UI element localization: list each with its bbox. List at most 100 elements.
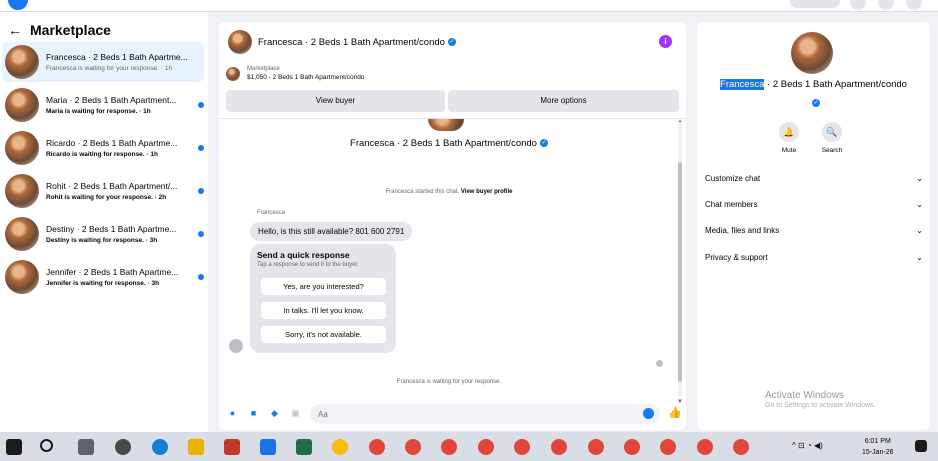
sidebar-header: ← Marketplace [8, 22, 111, 38]
facebook-logo-icon[interactable] [8, 0, 28, 10]
chrome-profile-icon[interactable] [405, 439, 421, 455]
chrome-profile-icon[interactable] [478, 439, 494, 455]
photo-icon[interactable]: ■ [248, 408, 259, 419]
marketplace-label: Marketplace [247, 66, 280, 72]
quick-response-title: Send a quick response [257, 250, 350, 260]
bell-icon: 🔔 [779, 122, 799, 142]
unread-dot-icon [198, 145, 204, 151]
listing-price-title: $1,050 - 2 Beds 1 Bath Apartment/condo [247, 74, 365, 81]
system-clock[interactable]: 6:01 PM 15-Jan-26 [862, 436, 894, 458]
microphone-icon[interactable]: ● [227, 408, 238, 419]
chrome-profile-icon[interactable] [624, 439, 640, 455]
menu-grid-icon[interactable] [850, 0, 866, 10]
verified-icon: ✓ [812, 98, 820, 107]
conversation-item-ricardo[interactable]: Ricardo · 2 Beds 1 Bath Apartme... Ricar… [2, 128, 204, 168]
messenger-icon[interactable] [878, 0, 894, 10]
notification-icon[interactable] [915, 440, 927, 452]
listing-thumbnail [5, 260, 39, 294]
view-buyer-profile-link[interactable]: View buyer profile [461, 189, 513, 195]
conversation-status: Francesca is waiting for your response. … [46, 65, 173, 72]
quick-reply-in-talks-button[interactable]: In talks. I'll let you know. [261, 302, 386, 319]
more-options-button[interactable]: More options [448, 90, 679, 112]
like-icon[interactable]: 👍 [668, 406, 682, 419]
conversation-item-francesca[interactable]: Francesca · 2 Beds 1 Bath Apartme... Fra… [2, 42, 204, 82]
chevron-down-icon: ⌄ [916, 225, 923, 235]
conversation-name: Destiny · 2 Beds 1 Bath Apartme... [46, 224, 177, 234]
excel-icon[interactable] [296, 439, 312, 455]
sidebar-title: Marketplace [30, 22, 111, 38]
quick-response-card: Send a quick response Tap a response to … [250, 244, 396, 353]
chrome-profile-icon[interactable] [369, 439, 385, 455]
conversation-item-jennifer[interactable]: Jennifer · 2 Beds 1 Bath Apartme... Jenn… [2, 257, 204, 297]
privacy-support-row[interactable]: Privacy & support ⌄ [705, 250, 923, 264]
chrome-profile-icon[interactable] [514, 439, 530, 455]
chrome-profile-icon[interactable] [660, 439, 676, 455]
conversation-status: Maria is waiting for response. · 1h [46, 108, 151, 115]
activate-windows-watermark: Activate Windows Go to Settings to activ… [765, 390, 876, 409]
listing-thumbnail [5, 88, 39, 122]
chat-started-notice: Francesca started this chat. View buyer … [385, 189, 513, 195]
message-bubble: Hello, is this still available? 801 600 … [250, 222, 413, 241]
quick-response-subtitle: Tap a response to send it to the buyer. [257, 262, 359, 268]
listing-photo [791, 32, 833, 74]
settings-gear-icon[interactable] [115, 439, 131, 455]
chevron-down-icon: ⌄ [916, 173, 923, 183]
chevron-down-icon: ⌄ [916, 199, 923, 209]
mute-button[interactable]: 🔔 Mute [769, 122, 809, 154]
customize-chat-row[interactable]: Customize chat ⌄ [705, 171, 923, 185]
search-icon[interactable] [40, 439, 53, 452]
windows-start-icon[interactable] [6, 439, 22, 455]
conversation-sidebar: ← Marketplace Francesca · 2 Beds 1 Bath … [0, 12, 208, 432]
task-view-icon[interactable] [78, 439, 94, 455]
edge-browser-icon[interactable] [152, 439, 168, 455]
info-icon[interactable]: i [659, 35, 672, 48]
selected-name-text[interactable]: Francesca [720, 79, 765, 90]
windows-taskbar: ^ ⊡ ◔ ◀) 6:01 PM 15-Jan-26 [0, 432, 938, 461]
search-label: Search [821, 147, 843, 154]
listing-thumbnail [226, 66, 240, 81]
view-buyer-button[interactable]: View buyer [226, 90, 445, 112]
conversation-item-maria[interactable]: Maria · 2 Beds 1 Bath Apartment... Maria… [2, 85, 204, 125]
file-explorer-icon[interactable] [188, 439, 204, 455]
scrollbar-thumb[interactable] [678, 162, 682, 382]
sticker-icon[interactable]: ◆ [269, 408, 280, 419]
details-title: Francesca · 2 Beds 1 Bath Apartment/cond… [720, 79, 907, 90]
app-icon[interactable] [224, 439, 240, 455]
chat-scrollbar[interactable] [678, 122, 682, 400]
chrome-icon[interactable] [332, 439, 348, 455]
outlook-icon[interactable] [260, 439, 276, 455]
listing-thumbnail [5, 217, 39, 251]
conversation-item-rohit[interactable]: Rohit · 2 Beds 1 Bath Apartment/... Rohi… [2, 171, 204, 211]
conversation-title: Francesca · 2 Beds 1 Bath Apartment/cond… [350, 138, 548, 149]
conversation-name: Maria · 2 Beds 1 Bath Apartment... [46, 95, 177, 105]
unread-dot-icon [198, 231, 204, 237]
chrome-profile-icon[interactable] [441, 439, 457, 455]
chat-header-title[interactable]: Francesca · 2 Beds 1 Bath Apartment/cond… [258, 37, 456, 48]
conversation-status: Jennifer is waiting for response. · 3h [46, 280, 160, 287]
account-avatar[interactable] [906, 0, 922, 10]
quick-reply-not-available-button[interactable]: Sorry, it's not available. [261, 326, 386, 343]
chrome-profile-icon[interactable] [551, 439, 567, 455]
listing-summary[interactable]: Marketplace $1,050 - 2 Beds 1 Bath Apart… [226, 66, 364, 81]
conversation-item-destiny[interactable]: Destiny · 2 Beds 1 Bath Apartme... Desti… [2, 214, 204, 254]
chat-members-row[interactable]: Chat members ⌄ [705, 197, 923, 211]
chrome-profile-icon[interactable] [733, 439, 749, 455]
back-arrow-icon[interactable]: ← [8, 22, 22, 38]
chat-window: Francesca · 2 Beds 1 Bath Apartment/cond… [219, 22, 686, 430]
search-button[interactable]: 🔍 Search [812, 122, 852, 154]
chat-avatar[interactable] [228, 30, 252, 54]
top-profile-pill[interactable] [790, 0, 840, 8]
chrome-profile-icon[interactable] [697, 439, 713, 455]
message-input-box[interactable] [310, 404, 660, 424]
mute-label: Mute [781, 147, 797, 154]
emoji-icon[interactable] [643, 408, 654, 419]
listing-thumbnail [5, 131, 39, 165]
chrome-profile-icon[interactable] [588, 439, 604, 455]
gif-icon[interactable]: ▣ [290, 408, 301, 419]
unread-dot-icon [198, 188, 204, 194]
tray-icons[interactable]: ^ ⊡ ◔ ◀) [792, 441, 823, 450]
media-files-links-row[interactable]: Media, files and links ⌄ [705, 223, 923, 237]
message-input[interactable] [318, 410, 618, 419]
quick-reply-interested-button[interactable]: Yes, are you interested? [261, 278, 386, 295]
listing-thumbnail [5, 45, 39, 79]
